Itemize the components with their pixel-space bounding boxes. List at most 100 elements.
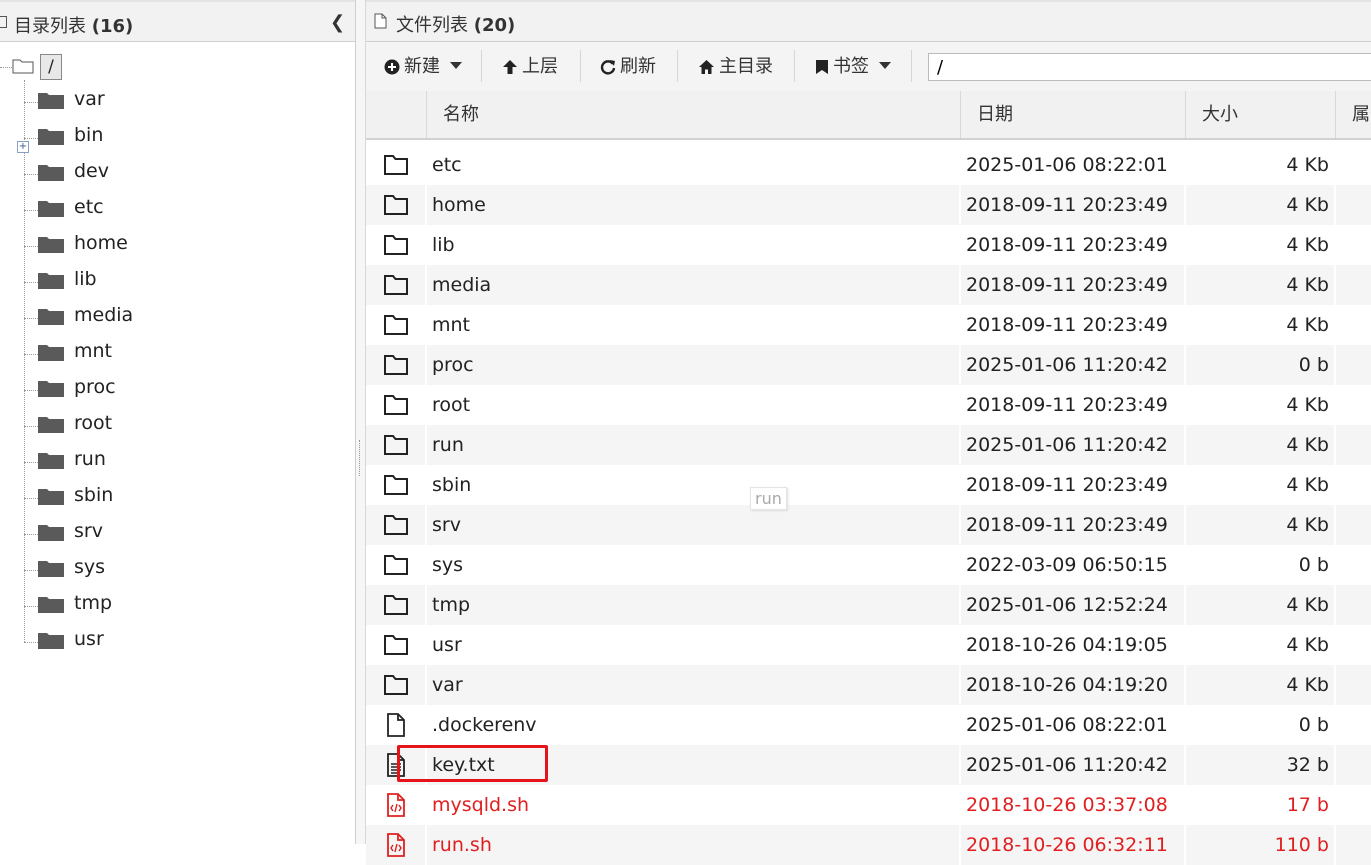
- tree-connector: [0, 67, 12, 68]
- file-name[interactable]: usr: [432, 625, 462, 665]
- tree-item-label: bin: [74, 124, 104, 146]
- file-name[interactable]: sys: [432, 545, 463, 585]
- folder-open-icon: [12, 59, 34, 74]
- file-name[interactable]: mysqld.sh: [432, 785, 529, 825]
- table-row[interactable]: lib 2018-09-11 20:23:49 4 Kb: [366, 225, 1371, 265]
- table-row[interactable]: sys 2022-03-09 06:50:15 0 b: [366, 545, 1371, 585]
- file-name[interactable]: srv: [432, 505, 461, 545]
- table-row[interactable]: etc 2025-01-06 08:22:01 4 Kb: [366, 145, 1371, 185]
- attr-column-header[interactable]: 属: [1335, 91, 1371, 138]
- column-divider: [959, 745, 961, 785]
- panel-splitter[interactable]: [356, 0, 366, 844]
- document-icon: [374, 13, 387, 29]
- tree-item-label: sbin: [74, 484, 114, 506]
- up-button[interactable]: 上层: [502, 52, 558, 80]
- file-size: 0 b: [1298, 354, 1329, 376]
- folder-icon: [38, 309, 64, 325]
- refresh-button[interactable]: 刷新: [600, 52, 656, 80]
- toolbar-divider: [911, 50, 912, 82]
- folder-outline-icon: [384, 275, 408, 295]
- file-name[interactable]: media: [432, 265, 491, 305]
- table-row[interactable]: srv 2018-09-11 20:23:49 4 Kb: [366, 505, 1371, 545]
- bookmark-button[interactable]: 书签: [815, 52, 891, 80]
- home-button-label: 主目录: [719, 56, 773, 77]
- file-name[interactable]: root: [432, 385, 470, 425]
- folder-icon: [38, 273, 64, 289]
- file-name[interactable]: run.sh: [432, 825, 492, 865]
- file-name[interactable]: home: [432, 185, 486, 225]
- file-name[interactable]: proc: [432, 345, 474, 385]
- home-button[interactable]: 主目录: [698, 52, 773, 80]
- table-row[interactable]: run.sh 2018-10-26 06:32:11 110 b: [366, 825, 1371, 865]
- folder-icon: [38, 201, 64, 217]
- name-column-header[interactable]: 名称: [426, 91, 960, 138]
- file-date: 2025-01-06 11:20:42: [966, 434, 1168, 456]
- file-name[interactable]: tmp: [432, 585, 470, 625]
- new-button[interactable]: 新建: [384, 52, 462, 80]
- directory-panel: 目录列表 (16) ❮ / + var bin dev etc home lib media…: [0, 0, 356, 844]
- tree-root-label[interactable]: /: [40, 54, 62, 80]
- drag-tooltip: run: [750, 487, 787, 510]
- table-row[interactable]: var 2018-10-26 04:19:20 4 Kb: [366, 665, 1371, 705]
- date-column-header[interactable]: 日期: [960, 91, 1185, 138]
- path-input[interactable]: [928, 53, 1371, 81]
- tree-item-label: root: [74, 412, 113, 434]
- folder-outline-icon: [384, 435, 408, 455]
- file-name[interactable]: var: [432, 665, 463, 705]
- table-row[interactable]: media 2018-09-11 20:23:49 4 Kb: [366, 265, 1371, 305]
- column-divider: [425, 145, 427, 185]
- file-date: 2018-10-26 04:19:20: [966, 674, 1168, 696]
- tree-item-label: var: [74, 88, 105, 110]
- column-divider: [959, 545, 961, 585]
- table-row[interactable]: proc 2025-01-06 11:20:42 0 b: [366, 345, 1371, 385]
- file-date: 2018-09-11 20:23:49: [966, 514, 1168, 536]
- file-name[interactable]: etc: [432, 145, 462, 185]
- toolbar-divider: [794, 50, 795, 82]
- file-name[interactable]: .dockerenv: [432, 705, 537, 745]
- table-row[interactable]: sbin 2018-09-11 20:23:49 4 Kb: [366, 465, 1371, 505]
- file-name[interactable]: lib: [432, 225, 455, 265]
- folder-icon: [38, 453, 64, 469]
- folder-icon: [38, 561, 64, 577]
- folder-icon: [38, 417, 64, 433]
- column-divider: [425, 785, 427, 825]
- column-divider: [1334, 825, 1336, 865]
- column-divider: [425, 425, 427, 465]
- file-name[interactable]: sbin: [432, 465, 471, 505]
- file-name[interactable]: mnt: [432, 305, 470, 345]
- expand-icon[interactable]: +: [17, 141, 29, 153]
- folder-icon: [38, 381, 64, 397]
- column-divider: [425, 825, 427, 865]
- table-row[interactable]: .dockerenv 2025-01-06 08:22:01 0 b: [366, 705, 1371, 745]
- column-divider: [1334, 745, 1336, 785]
- column-divider: [959, 185, 961, 225]
- table-row[interactable]: root 2018-09-11 20:23:49 4 Kb: [366, 385, 1371, 425]
- column-divider: [425, 345, 427, 385]
- directory-tree: / + var bin dev etc home lib media mnt proc root r…: [0, 46, 355, 666]
- table-row[interactable]: home 2018-09-11 20:23:49 4 Kb: [366, 185, 1371, 225]
- tree-connector: [24, 246, 38, 247]
- column-divider: [959, 705, 961, 745]
- table-row[interactable]: usr 2018-10-26 04:19:05 4 Kb: [366, 625, 1371, 665]
- column-divider: [425, 225, 427, 265]
- size-column-header[interactable]: 大小: [1185, 91, 1335, 138]
- directory-panel-title: 目录列表 (16): [14, 16, 134, 37]
- file-name[interactable]: run: [432, 425, 464, 465]
- table-row[interactable]: mysqld.sh 2018-10-26 03:37:08 17 b: [366, 785, 1371, 825]
- column-divider: [1334, 665, 1336, 705]
- directory-panel-header: 目录列表 (16) ❮: [0, 0, 355, 42]
- tree-item-label: tmp: [74, 592, 113, 614]
- table-row[interactable]: run 2025-01-06 11:20:42 4 Kb: [366, 425, 1371, 465]
- file-size: 4 Kb: [1286, 674, 1329, 696]
- file-size: 4 Kb: [1286, 154, 1329, 176]
- splitter-grip[interactable]: [359, 440, 362, 476]
- table-row[interactable]: mnt 2018-09-11 20:23:49 4 Kb: [366, 305, 1371, 345]
- column-divider: [1334, 705, 1336, 745]
- folder-icon: [38, 165, 64, 181]
- folder-icon: [38, 237, 64, 253]
- tree-item-label: usr: [74, 628, 104, 650]
- chevron-left-icon[interactable]: ❮: [330, 12, 345, 33]
- column-divider: [959, 665, 961, 705]
- table-row[interactable]: tmp 2025-01-06 12:52:24 4 Kb: [366, 585, 1371, 625]
- folder-icon: [38, 633, 64, 649]
